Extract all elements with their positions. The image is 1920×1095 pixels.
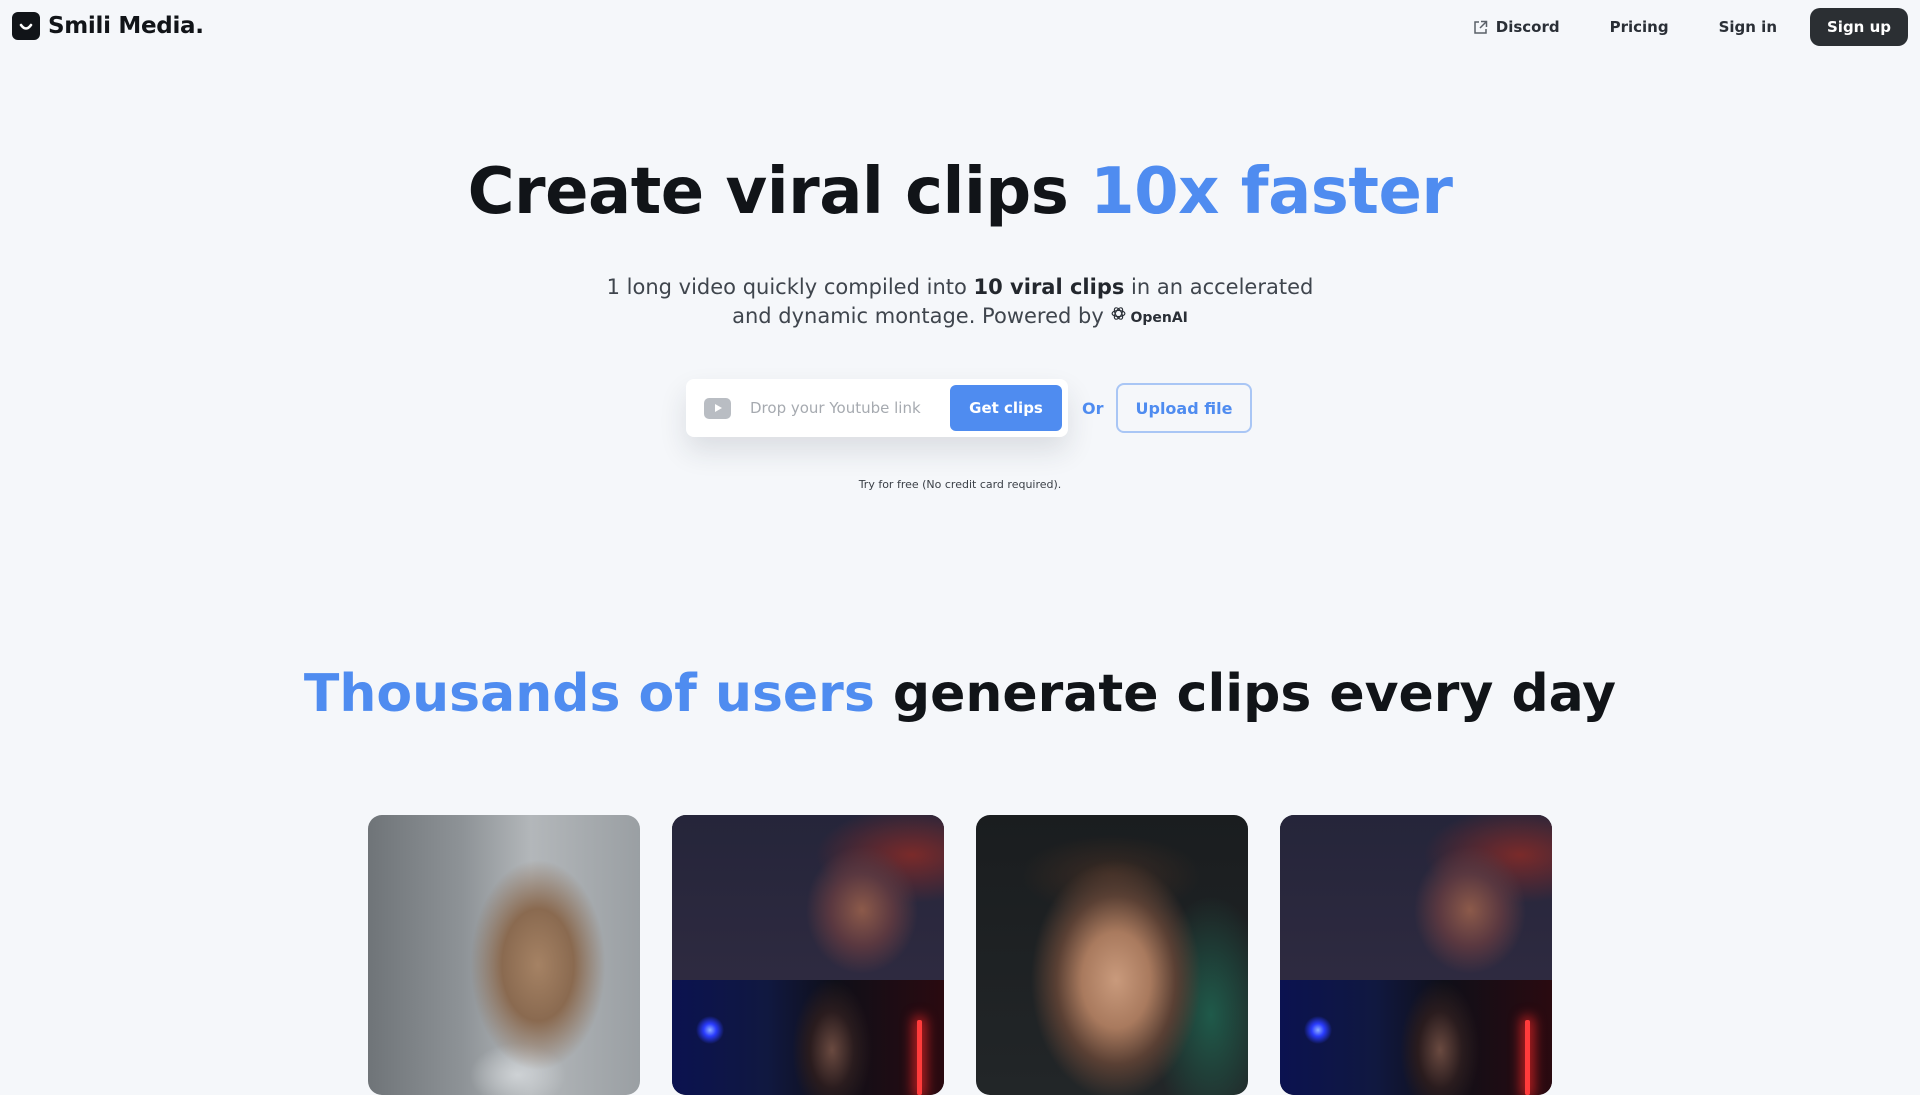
clip-card[interactable] — [368, 815, 640, 1095]
clip-blurred-top — [1280, 815, 1552, 980]
discord-link[interactable]: Discord — [1448, 8, 1585, 46]
hero-title: Create viral clips 10x faster — [0, 152, 1920, 232]
get-clips-button[interactable]: Get clips — [950, 385, 1062, 431]
external-link-icon — [1473, 20, 1488, 35]
subtitle-bold: 10 viral clips — [973, 275, 1125, 299]
signin-link[interactable]: Sign in — [1694, 8, 1802, 46]
clip-card[interactable] — [976, 815, 1248, 1095]
cta-row: Get clips Or Upload file — [686, 379, 1253, 437]
pricing-link[interactable]: Pricing — [1585, 8, 1694, 46]
upload-file-button[interactable]: Upload file — [1115, 383, 1253, 433]
section-title: Thousands of users generate clips every … — [0, 660, 1920, 728]
nav-links: Discord Pricing Sign in Sign up — [1448, 8, 1908, 46]
neon-light — [1525, 1020, 1530, 1095]
clip-blurred-top — [672, 815, 944, 980]
signup-button[interactable]: Sign up — [1810, 8, 1908, 46]
free-trial-note: Try for free (No credit card required). — [858, 478, 1062, 491]
brand-name: Smili Media. — [48, 13, 204, 39]
or-separator: Or — [1082, 398, 1104, 418]
section-title-main: generate clips every day — [874, 664, 1617, 724]
youtube-link-input[interactable] — [748, 398, 948, 418]
subtitle-line2: and dynamic montage. Powered by — [732, 304, 1111, 328]
clip-video-bottom — [1280, 980, 1552, 1095]
clip-video-bottom — [672, 980, 944, 1095]
openai-label: OpenAI — [1130, 310, 1188, 326]
openai-badge: OpenAI — [1110, 304, 1188, 333]
hero-subtitle: 1 long video quickly compiled into 10 vi… — [0, 273, 1920, 333]
discord-label: Discord — [1495, 18, 1560, 36]
youtube-link-box: Get clips — [686, 379, 1068, 437]
hero-title-accent: 10x faster — [1090, 155, 1453, 229]
brand-logo-link[interactable]: Smili Media. — [12, 12, 204, 40]
subtitle-part1: 1 long video quickly compiled into — [606, 275, 974, 299]
openai-icon — [1110, 304, 1127, 333]
top-nav: Smili Media. Discord Pricing Sign in Sig… — [0, 0, 1920, 54]
clip-card[interactable] — [1280, 815, 1552, 1095]
neon-light — [917, 1020, 922, 1095]
section-title-accent: Thousands of users — [303, 664, 875, 724]
subtitle-part2: in an accelerated — [1124, 275, 1314, 299]
clip-gallery — [368, 815, 1552, 1095]
hero-title-main: Create viral clips — [467, 155, 1091, 229]
youtube-icon — [704, 397, 731, 419]
clip-card[interactable] — [672, 815, 944, 1095]
smile-logo-icon — [12, 12, 40, 40]
